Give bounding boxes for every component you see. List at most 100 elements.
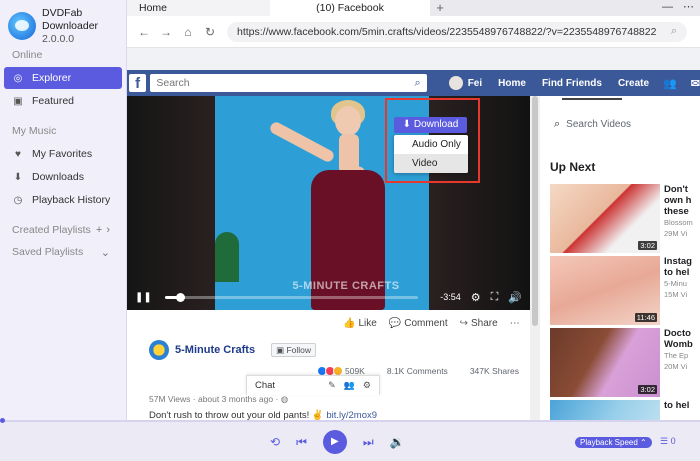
- sidebar-item-label: Downloads: [32, 171, 84, 183]
- page-logo-icon[interactable]: [149, 340, 169, 360]
- url-field[interactable]: https://www.facebook.com/5min.crafts/vid…: [227, 21, 687, 42]
- video-progress[interactable]: [164, 292, 419, 302]
- video-thumbnail[interactable]: 11:46: [550, 256, 660, 325]
- queue-counter[interactable]: ☰ 0: [660, 436, 676, 447]
- plus-icon[interactable]: +: [96, 224, 106, 236]
- scroll-thumb[interactable]: [532, 96, 538, 326]
- shares-count[interactable]: 347K Shares: [470, 366, 519, 376]
- saved-playlists-row[interactable]: Saved Playlists ⌄: [0, 241, 126, 263]
- comments-count[interactable]: 8.1K Comments: [387, 366, 448, 376]
- search-icon: ⌕: [554, 118, 561, 130]
- volume-icon[interactable]: 🔊: [508, 291, 522, 304]
- sidebar-item-label: Explorer: [32, 72, 72, 84]
- forward-icon[interactable]: →: [155, 25, 177, 39]
- minimize-icon[interactable]: —: [662, 0, 673, 16]
- video-thumbnail[interactable]: [550, 400, 660, 420]
- next-icon[interactable]: ⏭: [363, 435, 374, 450]
- chevron-down-icon[interactable]: ⌄: [101, 247, 114, 259]
- right-column: ⌕ Search Videos Up Next 3:02 Don't own h…: [540, 96, 700, 420]
- playlist-icon: ☰: [660, 436, 671, 446]
- fb-search-input[interactable]: [156, 77, 415, 89]
- download-icon: ⬇: [402, 119, 414, 130]
- chat-bar[interactable]: Chat ✎ 👥 ⚙: [246, 375, 380, 395]
- play-button[interactable]: ▶: [322, 430, 347, 454]
- compose-icon[interactable]: ✎: [328, 380, 336, 391]
- fb-search-box[interactable]: ⌕: [150, 74, 427, 92]
- player-bar: ⟲ ⏮ ▶ ⏭ 🔉 Playback Speed ⌃ ☰ 0: [0, 418, 700, 461]
- fb-nav-home[interactable]: Home: [498, 78, 526, 89]
- player-controls: ⟲ ⏮ ▶ ⏭ 🔉: [270, 430, 405, 454]
- comment-button[interactable]: 💬 Comment: [389, 318, 448, 329]
- scrollbar[interactable]: [530, 96, 540, 420]
- post-meta: 57M Views · about 3 months ago · ◍: [149, 394, 289, 404]
- refresh-icon[interactable]: ↻: [199, 25, 221, 39]
- repeat-icon[interactable]: ⟲: [270, 435, 280, 449]
- created-playlists-row[interactable]: Created Playlists +›: [0, 219, 126, 241]
- like-button[interactable]: 👍 Like: [343, 318, 377, 329]
- chevron-right-icon[interactable]: ›: [106, 224, 114, 236]
- group-icon[interactable]: 👥: [344, 380, 355, 391]
- list-item[interactable]: 3:02 Don't own h these Blossom 29M Vi: [550, 184, 700, 254]
- settings-icon[interactable]: ⚙: [471, 291, 481, 304]
- fullscreen-icon[interactable]: ⛶: [491, 291, 499, 304]
- download-option-video[interactable]: Video: [394, 154, 468, 173]
- clock-icon: ◷: [13, 194, 23, 206]
- more-icon[interactable]: ⋯: [510, 318, 520, 329]
- watch-search-placeholder: Search Videos: [566, 119, 632, 130]
- share-button[interactable]: ↪ Share: [460, 318, 498, 329]
- follow-button[interactable]: ▣ Follow: [271, 343, 317, 357]
- video-thumbnail[interactable]: 3:02: [550, 328, 660, 397]
- sidebar-item-explorer[interactable]: ◎ Explorer: [4, 67, 122, 89]
- list-item[interactable]: to hel: [550, 400, 700, 420]
- video-thumbnail[interactable]: 3:02: [550, 184, 660, 253]
- search-icon[interactable]: ⌕: [415, 77, 421, 90]
- pause-icon[interactable]: ❚❚: [135, 292, 165, 303]
- tab-home[interactable]: Home: [127, 0, 270, 16]
- sidebar-item-featured[interactable]: ▣ Featured: [4, 90, 122, 112]
- back-icon[interactable]: ←: [133, 25, 155, 39]
- download-button[interactable]: ⬇ Download: [394, 117, 467, 133]
- app-name: DVDFab Downloader: [42, 6, 99, 32]
- page-name[interactable]: 5-Minute Crafts: [175, 344, 255, 356]
- featured-icon: ▣: [13, 95, 23, 107]
- playback-speed-button[interactable]: Playback Speed ⌃: [575, 437, 652, 448]
- tab-facebook[interactable]: (10) Facebook: [270, 0, 430, 16]
- sidebar-item-favorites[interactable]: ♥ My Favorites: [4, 143, 122, 165]
- fb-nav-create[interactable]: Create: [618, 78, 649, 89]
- url-text: https://www.facebook.com/5min.crafts/vid…: [237, 25, 657, 38]
- close-icon[interactable]: ⋯: [683, 0, 694, 16]
- fb-user[interactable]: Fei: [448, 76, 482, 90]
- sidebar-item-playback-history[interactable]: ◷ Playback History: [4, 189, 122, 211]
- caption-link[interactable]: bit.ly/2mox9: [326, 410, 377, 420]
- messenger-icon[interactable]: ✉: [691, 77, 700, 90]
- fb-nav-find-friends[interactable]: Find Friends: [542, 78, 602, 89]
- list-item[interactable]: 3:02 Docto Womb The Ep 20M Vi: [550, 328, 700, 398]
- section-online: Online: [12, 49, 43, 61]
- volume-icon[interactable]: 🔉: [390, 435, 405, 449]
- share-icon: ↪: [459, 318, 469, 329]
- list-item[interactable]: 11:46 Instag to hel 5-Minu 15M Vi: [550, 256, 700, 326]
- friends-icon[interactable]: 👥: [663, 77, 677, 90]
- up-next-title: Up Next: [550, 160, 596, 174]
- heart-icon: ♥: [15, 148, 21, 160]
- seek-handle[interactable]: [0, 418, 5, 423]
- download-option-audio[interactable]: Audio Only: [394, 135, 468, 154]
- facebook-logo-icon[interactable]: f: [129, 74, 147, 92]
- watch-search[interactable]: ⌕ Search Videos: [554, 118, 631, 131]
- home-icon[interactable]: ⌂: [177, 25, 199, 39]
- section-my-music: My Music: [12, 125, 57, 137]
- previous-icon[interactable]: ⏮: [296, 435, 307, 450]
- sidebar-item-downloads[interactable]: ⬇ Downloads: [4, 166, 122, 188]
- progress-handle[interactable]: [176, 292, 186, 302]
- search-icon[interactable]: ⌕: [671, 25, 677, 38]
- sidebar-item-label: My Favorites: [32, 148, 93, 160]
- globe-icon: ◎: [13, 72, 23, 84]
- brand: DVDFab Downloader 2.0.0.0: [0, 0, 126, 45]
- player-seek-bar[interactable]: [0, 418, 700, 423]
- download-menu: Audio Only Video: [394, 135, 468, 173]
- browser-view: f ⌕ Fei Home Find Friends Create 👥 ✉ 5-M…: [127, 48, 700, 420]
- settings-icon[interactable]: ⚙: [363, 380, 371, 391]
- new-tab-button[interactable]: +: [430, 0, 450, 16]
- created-playlists-label: Created Playlists: [12, 224, 91, 236]
- sidebar-item-label: Playback History: [32, 194, 111, 206]
